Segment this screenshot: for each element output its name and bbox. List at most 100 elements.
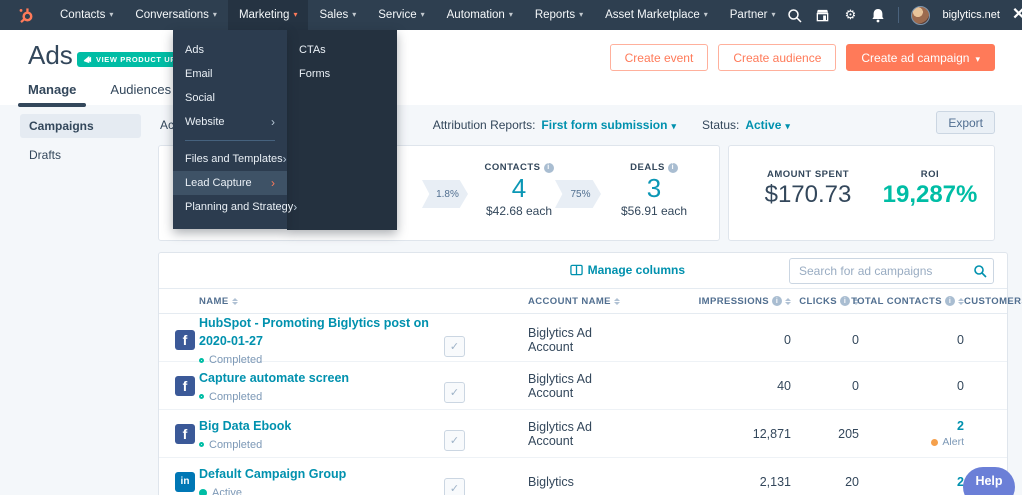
divider (898, 7, 900, 23)
settings-gear-icon[interactable]: ⚙ (842, 7, 858, 23)
tab-audiences[interactable]: Audiences (110, 82, 171, 107)
nav-item-service[interactable]: Service (367, 0, 435, 30)
create-ad-campaign-label: Create ad campaign (861, 50, 970, 65)
column-header-impressions[interactable]: IMPRESSIONS (638, 296, 791, 307)
table-row: Big Data Ebook Completed Biglytics Ad Ac… (159, 410, 1007, 458)
nav-item-reports[interactable]: Reports (524, 0, 594, 30)
column-header-account-name[interactable]: ACCOUNT NAME (528, 296, 638, 307)
campaign-name-link[interactable]: Big Data Ebook (199, 419, 291, 433)
sidebar-item-drafts[interactable]: Drafts (29, 148, 61, 162)
export-button[interactable]: Export (936, 111, 995, 134)
create-audience-button[interactable]: Create audience (718, 44, 837, 71)
roi-stat: ROI 19,287% (874, 169, 986, 210)
contacts-stat: CONTACTS 4 $42.68 each (464, 162, 574, 218)
account-domain: biglytics.net (942, 9, 1000, 21)
menu-item-forms[interactable]: Forms (287, 62, 397, 86)
notifications-bell-icon[interactable] (870, 7, 886, 23)
help-button[interactable]: Help (963, 467, 1015, 495)
deals-stat: DEALS 3 $56.91 each (599, 162, 709, 218)
column-header-total-contacts[interactable]: TOTAL CONTACTS (851, 296, 964, 307)
sidebar-item-campaigns[interactable]: Campaigns (20, 114, 141, 138)
info-icon[interactable] (543, 162, 554, 173)
campaign-name-link[interactable]: HubSpot - Promoting Biglytics post on 20… (199, 316, 429, 348)
status-text: Completed (209, 438, 263, 451)
marketing-menu: Ads Email Social Website Files and Templ… (173, 30, 293, 229)
column-label: IMPRESSIONS (698, 295, 769, 307)
nav-label: Service (378, 9, 417, 21)
menu-item-ads[interactable]: Ads (173, 38, 287, 62)
tab-manage[interactable]: Manage (17, 82, 87, 107)
close-icon[interactable]: ✕ (1012, 7, 1022, 23)
contacts-stat-value: 4 (511, 173, 527, 203)
linkedin-icon (175, 471, 195, 492)
menu-item-social[interactable]: Social (173, 86, 287, 110)
create-ad-campaign-button[interactable]: Create ad campaign (846, 44, 995, 71)
search-icon[interactable] (786, 7, 802, 23)
chevron-down-icon (575, 9, 583, 21)
marketplace-icon[interactable] (814, 7, 830, 23)
manage-columns-link[interactable]: Manage columns (569, 263, 685, 277)
column-header-name[interactable]: NAME (199, 296, 461, 307)
menu-item-email[interactable]: Email (173, 62, 287, 86)
divider (185, 140, 275, 141)
status-completed-icon (199, 394, 204, 399)
column-header-clicks[interactable]: CLICKS (791, 296, 859, 307)
search-icon[interactable] (973, 264, 987, 278)
info-icon[interactable] (667, 162, 678, 173)
status-text: Completed (209, 390, 263, 403)
attribution-select[interactable]: First form submission (541, 118, 676, 132)
alert-icon (931, 438, 939, 446)
account-name-cell: Biglytics (528, 474, 574, 489)
column-label: NAME (199, 295, 229, 307)
menu-item-ctas[interactable]: CTAs (287, 38, 397, 62)
toggle-check-icon (444, 336, 465, 357)
campaign-name-link[interactable]: Default Campaign Group (199, 467, 346, 481)
impressions-cell: 12,871 (752, 426, 791, 441)
total-contacts-cell: 0 (957, 333, 964, 347)
menu-label: Ads (185, 44, 204, 56)
info-icon[interactable] (945, 296, 955, 306)
info-icon[interactable] (840, 296, 850, 306)
menu-item-lead-capture[interactable]: Lead Capture (173, 171, 287, 195)
account-name-cell: Biglytics Ad Account (528, 326, 592, 354)
spend-roi-card: AMOUNT SPENT $170.73 ROI 19,287% (728, 145, 995, 241)
page-tabs: Manage Audiences (17, 82, 171, 107)
user-avatar[interactable] (911, 5, 931, 25)
chevron-down-icon (975, 51, 980, 65)
menu-label: Files and Templates (185, 153, 283, 165)
status-completed-icon (199, 442, 204, 447)
menu-item-website[interactable]: Website (173, 110, 287, 134)
sort-icon (613, 297, 620, 305)
column-label: ACCOUNT NAME (528, 295, 611, 307)
column-header-customers[interactable]: CUSTOMERS (964, 296, 1022, 307)
facebook-icon (175, 330, 195, 350)
nav-item-sales[interactable]: Sales (308, 0, 367, 30)
clicks-cell: 205 (838, 426, 859, 441)
total-contacts-cell: 0 (957, 378, 964, 393)
nav-label: Asset Marketplace (605, 9, 700, 21)
nav-item-marketing[interactable]: Marketing (227, 0, 309, 30)
info-icon[interactable] (772, 296, 782, 306)
chevron-down-icon (505, 9, 513, 21)
nav-item-asset-marketplace[interactable]: Asset Marketplace (594, 0, 719, 30)
nav-item-automation[interactable]: Automation (436, 0, 524, 30)
hubspot-logo-icon[interactable] (18, 7, 35, 24)
page-title: Ads (28, 40, 73, 70)
status-active-icon (199, 488, 207, 495)
nav-item-conversations[interactable]: Conversations (124, 0, 228, 30)
chevron-right-icon (271, 115, 275, 129)
total-contacts-link[interactable]: 2 (957, 419, 964, 433)
search-input[interactable] (789, 258, 994, 284)
nav-item-contacts[interactable]: Contacts (49, 0, 124, 30)
deals-stat-label: DEALS (630, 162, 665, 173)
clicks-cell: 0 (852, 378, 859, 393)
menu-item-planning-and-strategy[interactable]: Planning and Strategy (173, 195, 293, 219)
status-select[interactable]: Active (745, 118, 790, 132)
status-completed-icon (199, 357, 204, 363)
nav-item-partner[interactable]: Partner (719, 0, 787, 30)
table-row: Default Campaign Group Active Biglytics … (159, 458, 1007, 495)
clicks-cell: 0 (852, 333, 859, 347)
menu-item-files-and-templates[interactable]: Files and Templates (173, 147, 287, 171)
campaign-name-link[interactable]: Capture automate screen (199, 371, 349, 385)
create-event-button[interactable]: Create event (609, 44, 709, 71)
